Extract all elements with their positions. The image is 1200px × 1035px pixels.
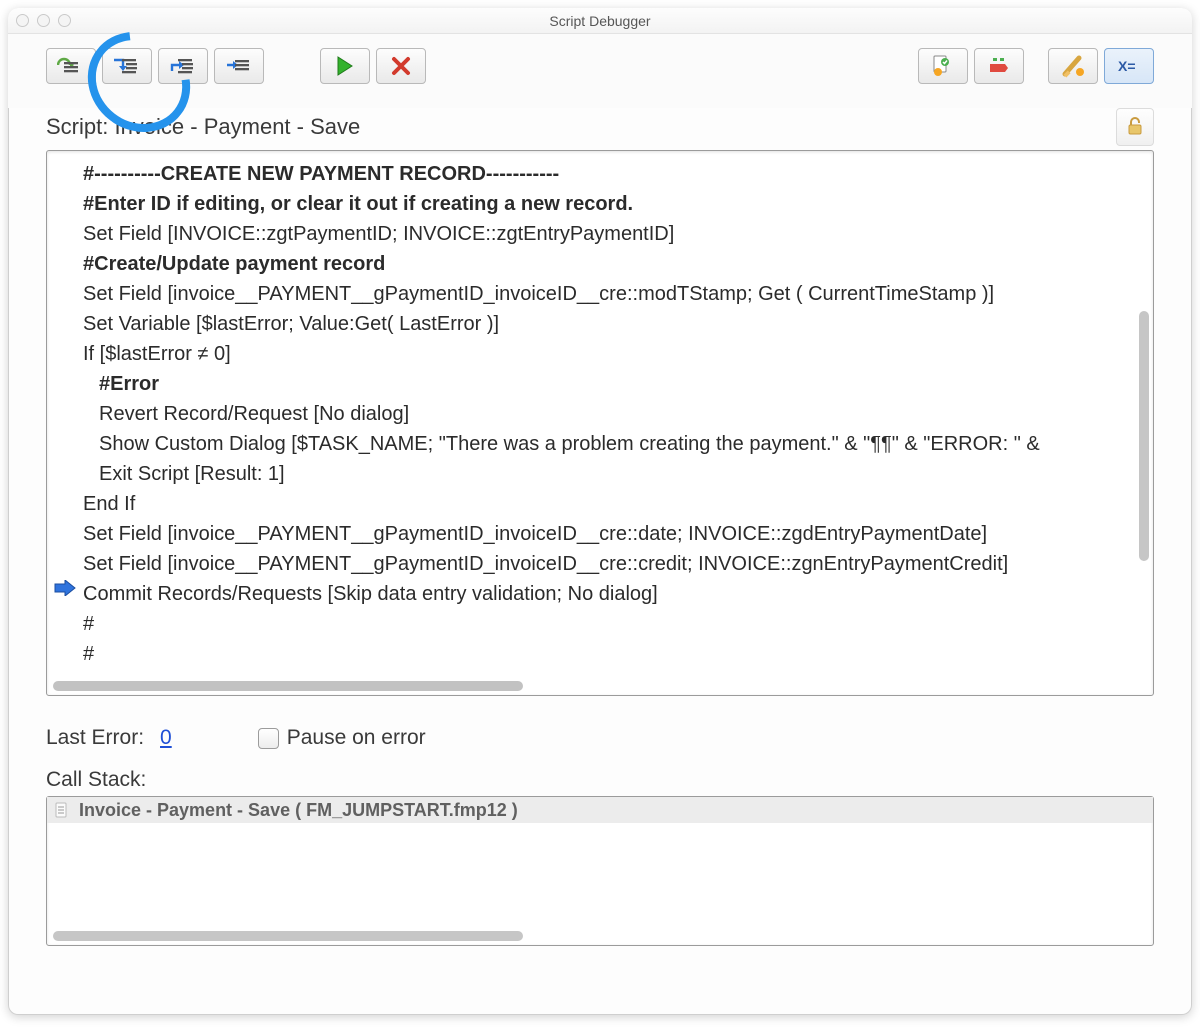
- step-out-button[interactable]: [158, 48, 208, 84]
- script-icon: [53, 801, 71, 819]
- call-stack-label: Call Stack:: [46, 768, 1154, 792]
- call-stack-scrollbar[interactable]: [47, 929, 1153, 945]
- script-line: Exit Script [Result: 1]: [83, 459, 1125, 489]
- call-stack-pane[interactable]: Invoice - Payment - Save ( FM_JUMPSTART.…: [46, 796, 1154, 946]
- toolbar: X=: [8, 34, 1192, 108]
- error-row: Last Error: 0 Pause on error: [46, 726, 1154, 750]
- set-next-step-button[interactable]: [214, 48, 264, 84]
- script-line: #Enter ID if editing, or clear it out if…: [83, 189, 1125, 219]
- script-line: #Error: [83, 369, 1125, 399]
- window-title: Script Debugger: [8, 13, 1192, 29]
- breakpoints-button[interactable]: [974, 48, 1024, 84]
- script-line: Set Variable [$lastError; Value:Get( Las…: [83, 309, 1125, 339]
- script-line: #----------CREATE NEW PAYMENT RECORD----…: [83, 159, 1125, 189]
- last-error-value[interactable]: 0: [160, 726, 172, 750]
- call-stack-row[interactable]: Invoice - Payment - Save ( FM_JUMPSTART.…: [47, 797, 1153, 823]
- step-over-button[interactable]: [46, 48, 96, 84]
- vertical-scrollbar[interactable]: [1137, 155, 1151, 675]
- content-area: Script: Invoice - Payment - Save #------…: [8, 108, 1192, 1015]
- titlebar: Script Debugger: [8, 8, 1192, 34]
- lock-button[interactable]: [1116, 108, 1154, 146]
- script-line: Set Field [invoice__PAYMENT__gPaymentID_…: [83, 519, 1125, 549]
- call-stack-row-label: Invoice - Payment - Save ( FM_JUMPSTART.…: [79, 800, 518, 821]
- script-line: End If: [83, 489, 1125, 519]
- script-line: Revert Record/Request [No dialog]: [83, 399, 1125, 429]
- debugger-window: Script Debugger: [8, 8, 1192, 1015]
- data-viewer-button[interactable]: X=: [1104, 48, 1154, 84]
- pause-on-error-label: Pause on error: [287, 726, 426, 750]
- clear-breakpoints-button[interactable]: [1048, 48, 1098, 84]
- edit-script-button[interactable]: [918, 48, 968, 84]
- current-line-arrow-icon: [53, 579, 77, 597]
- script-line: Set Field [invoice__PAYMENT__gPaymentID_…: [83, 279, 1125, 309]
- script-line: Show Custom Dialog [$TASK_NAME; "There w…: [83, 429, 1125, 459]
- script-line: #Create/Update payment record: [83, 249, 1125, 279]
- step-into-button[interactable]: [102, 48, 152, 84]
- script-scroll[interactable]: #----------CREATE NEW PAYMENT RECORD----…: [47, 151, 1153, 679]
- horizontal-scrollbar[interactable]: [47, 679, 1153, 695]
- svg-text:X=: X=: [1118, 58, 1136, 74]
- script-line: #: [83, 639, 1125, 669]
- script-pane[interactable]: #----------CREATE NEW PAYMENT RECORD----…: [46, 150, 1154, 696]
- script-line: If [$lastError ≠ 0]: [83, 339, 1125, 369]
- script-name-label: Script: Invoice - Payment - Save: [46, 114, 360, 140]
- run-button[interactable]: [320, 48, 370, 84]
- halt-button[interactable]: [376, 48, 426, 84]
- script-line: Set Field [invoice__PAYMENT__gPaymentID_…: [83, 549, 1125, 579]
- script-line: #: [83, 609, 1125, 639]
- last-error-label: Last Error:: [46, 726, 144, 750]
- script-line: Commit Records/Requests [Skip data entry…: [83, 579, 1125, 609]
- pause-on-error-checkbox[interactable]: [258, 728, 279, 749]
- script-line: Set Field [INVOICE::zgtPaymentID; INVOIC…: [83, 219, 1125, 249]
